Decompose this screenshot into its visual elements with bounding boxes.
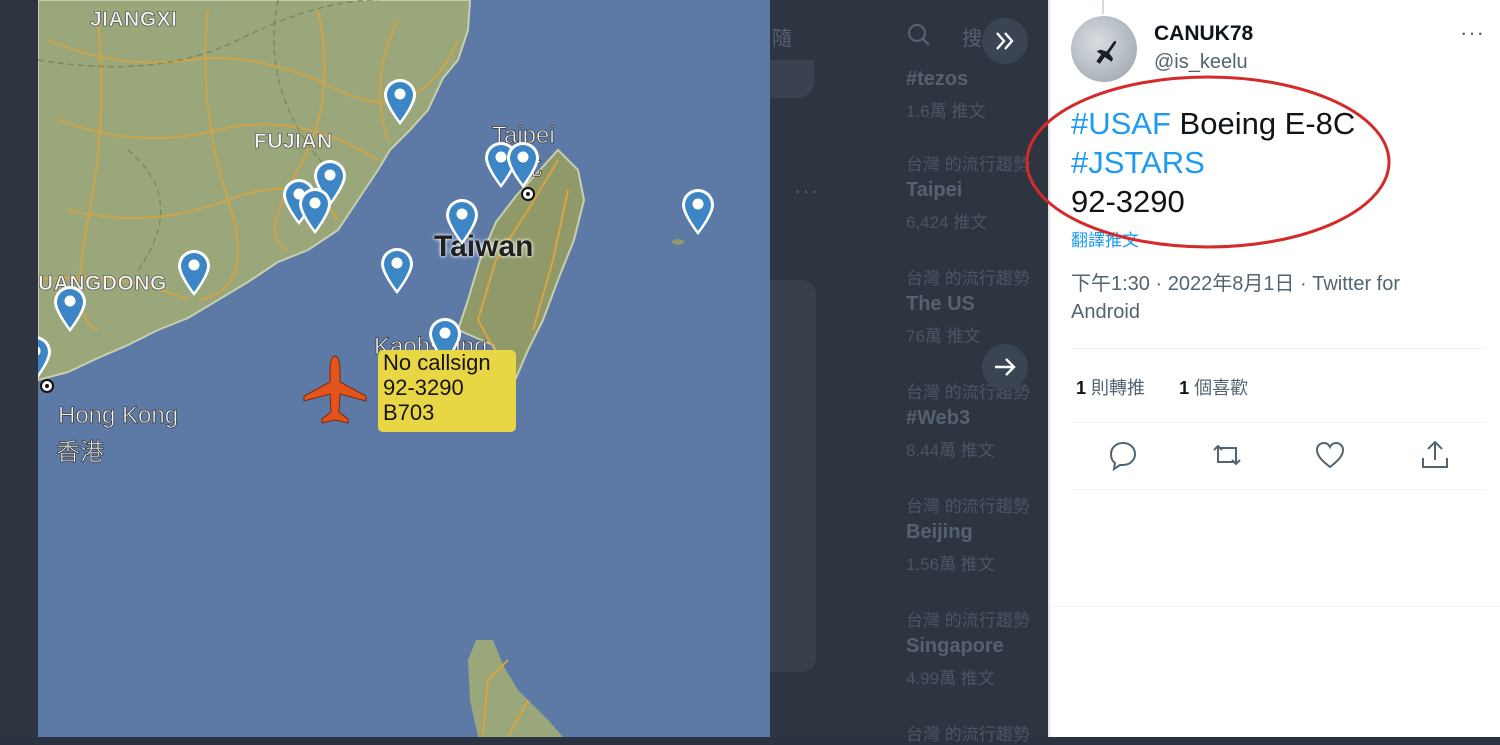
retweets-label: 則轉推 (1086, 378, 1146, 398)
map-pin-icon (384, 79, 416, 125)
likes-count: 1 (1179, 378, 1190, 398)
trend-item: 台灣 的流行趨勢 Beijing 1.56萬 推文 (906, 492, 1030, 575)
share-icon[interactable] (1418, 438, 1452, 472)
next-image-button[interactable] (982, 344, 1028, 390)
flight-callsign: No callsign (383, 350, 491, 375)
thread-line (1102, 0, 1104, 14)
map-label-fujian: FUJIAN (254, 130, 333, 154)
retweet-icon[interactable] (1210, 438, 1244, 472)
trend-count: 6,424 推文 (906, 213, 988, 232)
divider (1050, 606, 1500, 607)
flight-squawk: B703 (383, 400, 435, 425)
retweets-count: 1 (1076, 378, 1087, 398)
dimmed-more-icon: ··· (794, 178, 819, 203)
flight-registration: 92-3290 (383, 375, 464, 400)
user-handle[interactable]: @is_keelu (1154, 51, 1248, 74)
divider (1071, 422, 1487, 423)
arrow-right-icon (995, 358, 1016, 376)
trend-count: 1.56萬 推文 (906, 555, 995, 574)
divider (1071, 348, 1487, 349)
airplane-icon (303, 355, 367, 424)
map-pin-icon (38, 336, 51, 379)
dimmed-text: 搜 (962, 28, 982, 50)
collapse-button[interactable] (982, 18, 1028, 64)
likes-stat[interactable]: 1 個喜歡 (1179, 378, 1248, 398)
likes-label: 個喜歡 (1189, 378, 1249, 398)
tweet-stats: 1 則轉推 1 個喜歡 (1076, 374, 1248, 400)
retweets-stat[interactable]: 1 則轉推 (1076, 378, 1145, 398)
like-icon[interactable] (1313, 438, 1347, 472)
more-options-icon[interactable]: ··· (1460, 20, 1485, 46)
dimmed-card (770, 280, 816, 672)
trend-name: Beijing (906, 521, 973, 543)
trend-name: #tezos (906, 68, 969, 90)
trend-item: 台灣 的流行趨勢 (906, 720, 1030, 745)
trend-item: 台灣 的流行趨勢 The US 76萬 推文 (906, 264, 1030, 347)
trend-category: 台灣 的流行趨勢 (906, 155, 1030, 174)
map-pin-icon (381, 248, 413, 294)
double-chevron-right-icon (996, 32, 1014, 50)
trend-category: 台灣 的流行趨勢 (906, 725, 1030, 744)
search-icon (907, 23, 930, 46)
trend-category: 台灣 的流行趨勢 (906, 269, 1030, 288)
trend-item: 台灣 的流行趨勢 Singapore 4.99萬 推文 (906, 606, 1030, 689)
annotation-circle (1025, 75, 1391, 249)
trend-item: 台灣 的流行趨勢 #Web3 8.44萬 推文 (906, 378, 1030, 461)
map-label-hong-kong-cjk: 香港 (56, 439, 105, 467)
trend-name: Singapore (906, 635, 1004, 657)
divider (1071, 489, 1487, 490)
flight-info-label: No callsign 92-3290 B703 (378, 350, 516, 432)
map-label-hong-kong: Hong Kong (58, 402, 179, 430)
reply-icon[interactable] (1106, 438, 1140, 472)
trend-count: 76萬 推文 (906, 327, 981, 346)
trend-count: 4.99萬 推文 (906, 669, 995, 688)
map-pin-icon (299, 188, 331, 234)
map-pin-icon (446, 199, 478, 245)
map-pin-icon (178, 250, 210, 296)
map-pin-icon (54, 286, 86, 332)
tweet-timestamp: 下午1:30 · 2022年8月1日 · Twitter for Android (1071, 273, 1401, 323)
trend-count: 1.6萬 推文 (906, 102, 986, 121)
trend-name: The US (906, 293, 975, 315)
trend-count: 8.44萬 推文 (906, 441, 995, 460)
flight-map-image: JIANGXI FUJIAN UANGDONG Taipei 北 Taiwan … (38, 0, 770, 737)
trend-category: 台灣 的流行趨勢 (906, 497, 1030, 516)
dimmed-text: 隨 (772, 28, 792, 50)
map-pin-icon (682, 189, 714, 235)
trend-name: Taipei (906, 179, 963, 201)
map-pin-icon (507, 142, 539, 188)
display-name[interactable]: CANUK78 (1154, 22, 1253, 46)
dimmed-search-bar (770, 60, 814, 98)
trend-item: 台灣 的流行趨勢 Taipei 6,424 推文 (906, 150, 1030, 233)
trend-category: 台灣 的流行趨勢 (906, 611, 1030, 630)
map-label-jiangxi: JIANGXI (90, 8, 178, 32)
trend-item: #tezos 1.6萬 推文 (906, 64, 985, 122)
trend-name: #Web3 (906, 407, 971, 429)
